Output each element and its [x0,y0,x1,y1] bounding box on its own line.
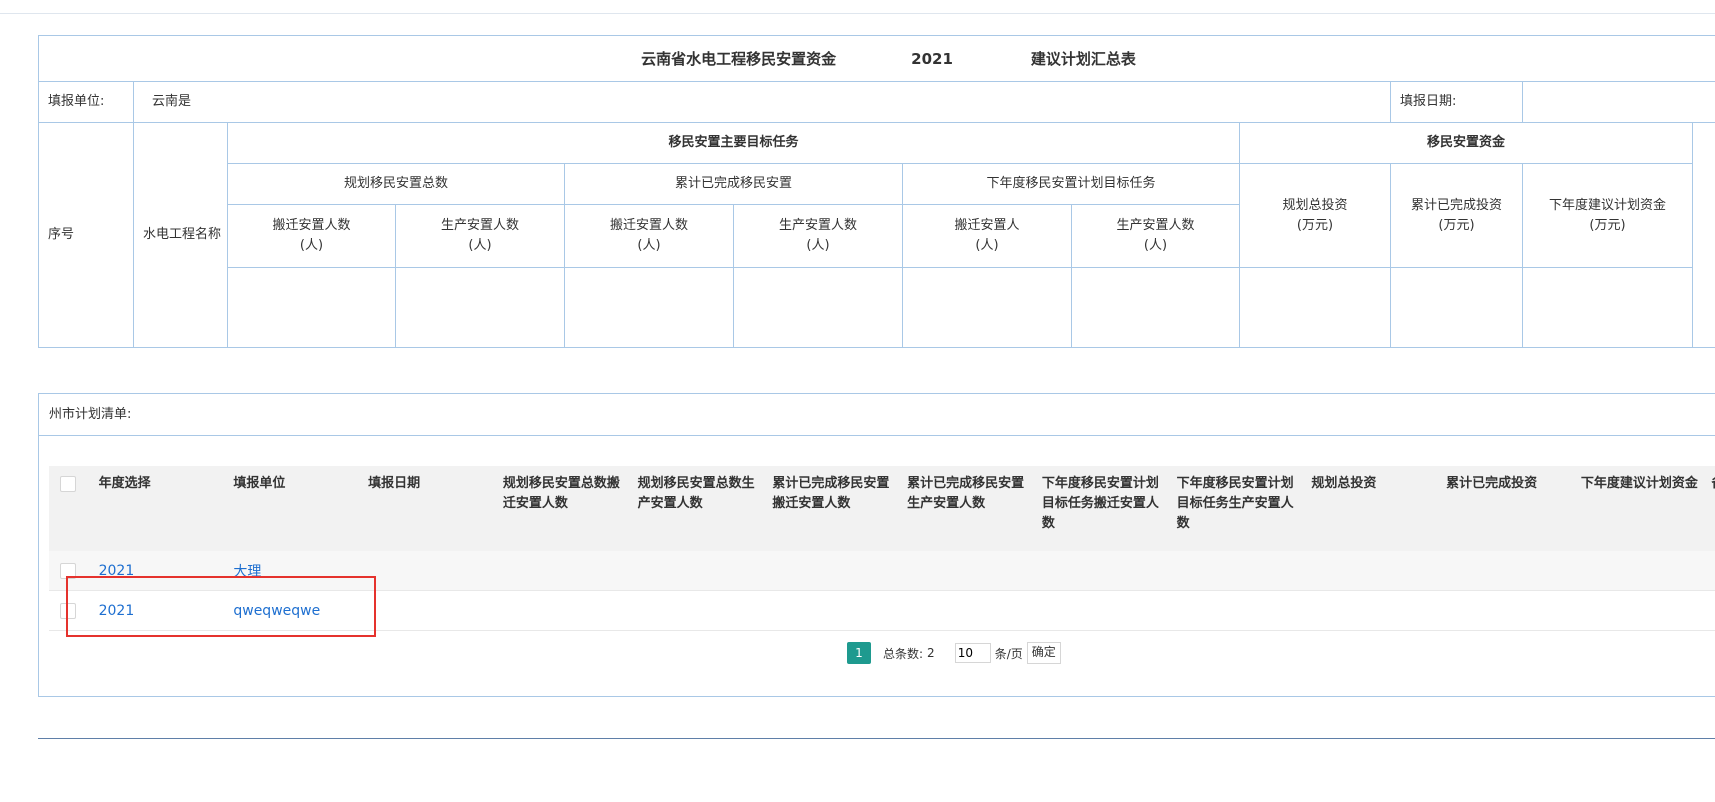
completed-subheader: 累计已完成移民安置 [564,163,903,205]
select-all-checkbox[interactable] [60,475,76,492]
date-label: 填报日期: [1390,81,1523,123]
panel-title: 州市计划清单: [39,394,1715,436]
completed-invest-header: 累计已完成投资 (万元) [1390,163,1523,268]
project-name-header: 水电工程名称 [133,122,228,348]
date-value[interactable] [1521,81,1715,123]
column-header: 下年度移民安置计划目标任务搬迁安置人数 [1037,466,1173,551]
column-header: 下年度建议计划资金 [1576,466,1708,551]
next-production-header: 生产安置人数 (人) [1071,204,1240,268]
funds-group-header: 移民安置资金 [1239,122,1693,164]
unit-value[interactable]: 云南是 [133,81,1391,123]
column-header: 规划总投资 [1307,466,1443,551]
completed-relocate-header: 搬迁安置人数 (人) [564,204,734,268]
confirm-button[interactable]: 确定 [1026,642,1061,664]
table-header-row: 年度选择 填报单位 填报日期 规划移民安置总数搬迁安置人数 规划移民安置总数生产… [49,466,1715,551]
next-relocate-header: 搬迁安置人 (人) [902,204,1072,268]
top-divider [0,13,1715,14]
column-header: 规划移民安置总数生产安置人数 [633,466,769,551]
page-number-button[interactable]: 1 [847,642,871,664]
highlight-annotation-box [66,576,376,637]
tasks-group-header: 移民安置主要目标任务 [227,122,1240,164]
page-size-input[interactable] [954,643,991,663]
select-all-header[interactable] [49,466,95,551]
column-header: 年度选择 [94,466,230,551]
input-cell[interactable] [1390,267,1523,348]
bottom-divider [38,738,1715,739]
input-cell[interactable] [1239,267,1391,348]
planned-relocate-header: 搬迁安置人数 (人) [227,204,396,268]
index-header: 序号 [38,122,134,348]
column-header: 填报日期 [364,466,499,551]
column-header: 下年度移民安置计划目标任务生产安置人数 [1172,466,1308,551]
total-count: 2 [927,646,935,660]
column-header: 累计已完成移民安置搬迁安置人数 [768,466,904,551]
next-fund-header: 下年度建议计划资金 (万元) [1522,163,1693,268]
total-label: 总条数: [883,646,924,661]
unit-label: 填报单位: [38,81,134,123]
pagination: 1 总条数: 2 条/页 确定 [847,642,1061,664]
column-header: 累计已完成移民安置生产安置人数 [903,466,1038,551]
planned-production-header: 生产安置人数 (人) [395,204,565,268]
extra-column [1691,122,1715,348]
summary-form-table: 云南省水电工程移民安置资金 2021 建议计划汇总表 填报单位: 云南是 填报日期:… [37,35,1715,348]
column-header: 累计已完成投资 [1442,466,1577,551]
column-header: 填报单位 [229,466,365,551]
planned-subheader: 规划移民安置总数 [227,163,565,205]
input-cell[interactable] [227,267,396,348]
input-cell[interactable] [1071,267,1240,348]
column-header: 规划移民安置总数搬迁安置人数 [498,466,634,551]
input-cell[interactable] [902,267,1072,348]
input-cell[interactable] [395,267,565,348]
per-page-label: 条/页 [994,646,1023,661]
total-invest-header: 规划总投资 (万元) [1239,163,1391,268]
city-plan-list-panel: 州市计划清单: 年度选择 填报单位 填报日期 规划移民安置总数搬迁安置人数 规划… [38,393,1715,697]
completed-production-header: 生产安置人数 (人) [733,204,903,268]
next-year-subheader: 下年度移民安置计划目标任务 [902,163,1240,205]
input-cell[interactable] [564,267,734,348]
input-cell[interactable] [1522,267,1693,348]
column-header: 备注 [1707,466,1715,551]
summary-title: 云南省水电工程移民安置资金 2021 建议计划汇总表 [37,35,1715,82]
input-cell[interactable] [733,267,903,348]
